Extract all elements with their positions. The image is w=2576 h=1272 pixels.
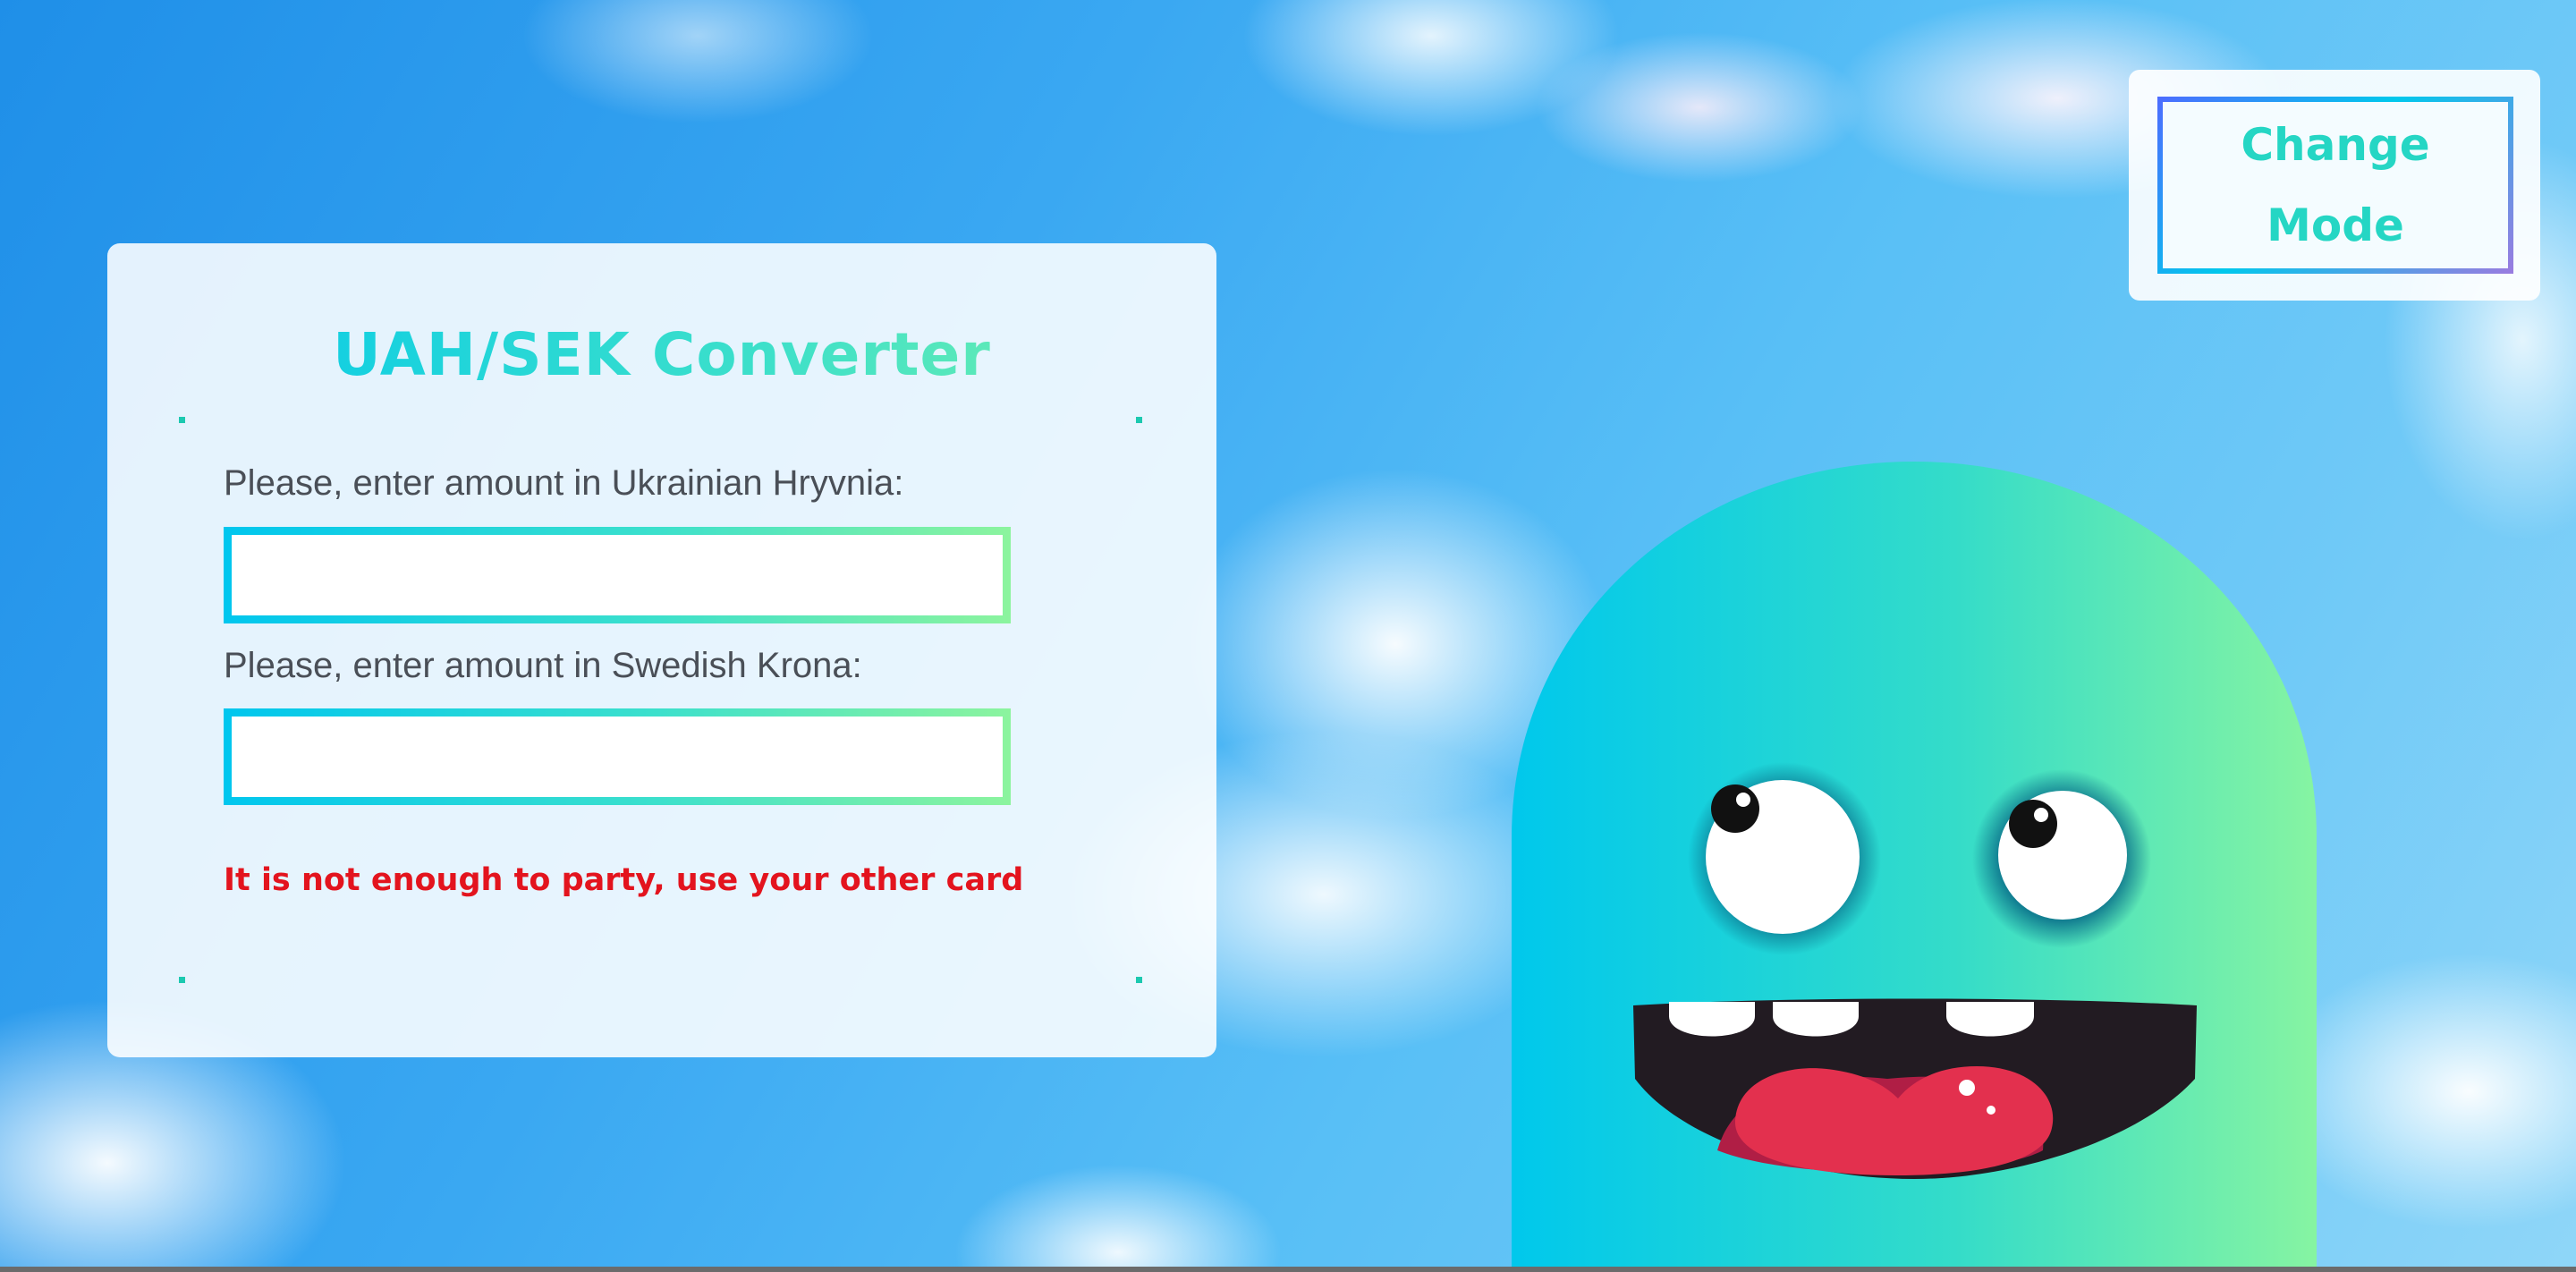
change-mode-label-line2: Mode: [2267, 199, 2404, 251]
converter-title: UAH/SEK Converter: [107, 320, 1216, 389]
converter-card: UAH/SEK Converter Please, enter amount i…: [107, 243, 1216, 1057]
monster-mascot-icon: [1512, 462, 2317, 1272]
sek-label: Please, enter amount in Swedish Krona:: [224, 646, 862, 685]
warning-message: It is not enough to party, use your othe…: [224, 862, 1024, 898]
uah-label: Please, enter amount in Ukrainian Hryvni…: [224, 463, 904, 503]
corner-dot: [1136, 977, 1142, 983]
mode-panel: Change Mode: [2129, 70, 2540, 301]
change-mode-button[interactable]: Change Mode: [2157, 97, 2513, 274]
monster-tongue-glint: [1959, 1080, 1975, 1096]
monster-eye-pupil: [2009, 800, 2057, 848]
sek-amount-input[interactable]: [224, 708, 1011, 805]
corner-dot: [1136, 417, 1142, 423]
bottom-bar: [0, 1267, 2576, 1272]
monster-eye-glint: [2034, 808, 2048, 822]
change-mode-label-line1: Change: [2241, 119, 2430, 171]
uah-amount-input[interactable]: [224, 527, 1011, 623]
corner-dot: [179, 977, 185, 983]
monster-eye-pupil: [1711, 784, 1759, 833]
monster-tongue-glint: [1987, 1106, 1996, 1115]
corner-dot: [179, 417, 185, 423]
monster-eye-glint: [1736, 793, 1750, 807]
